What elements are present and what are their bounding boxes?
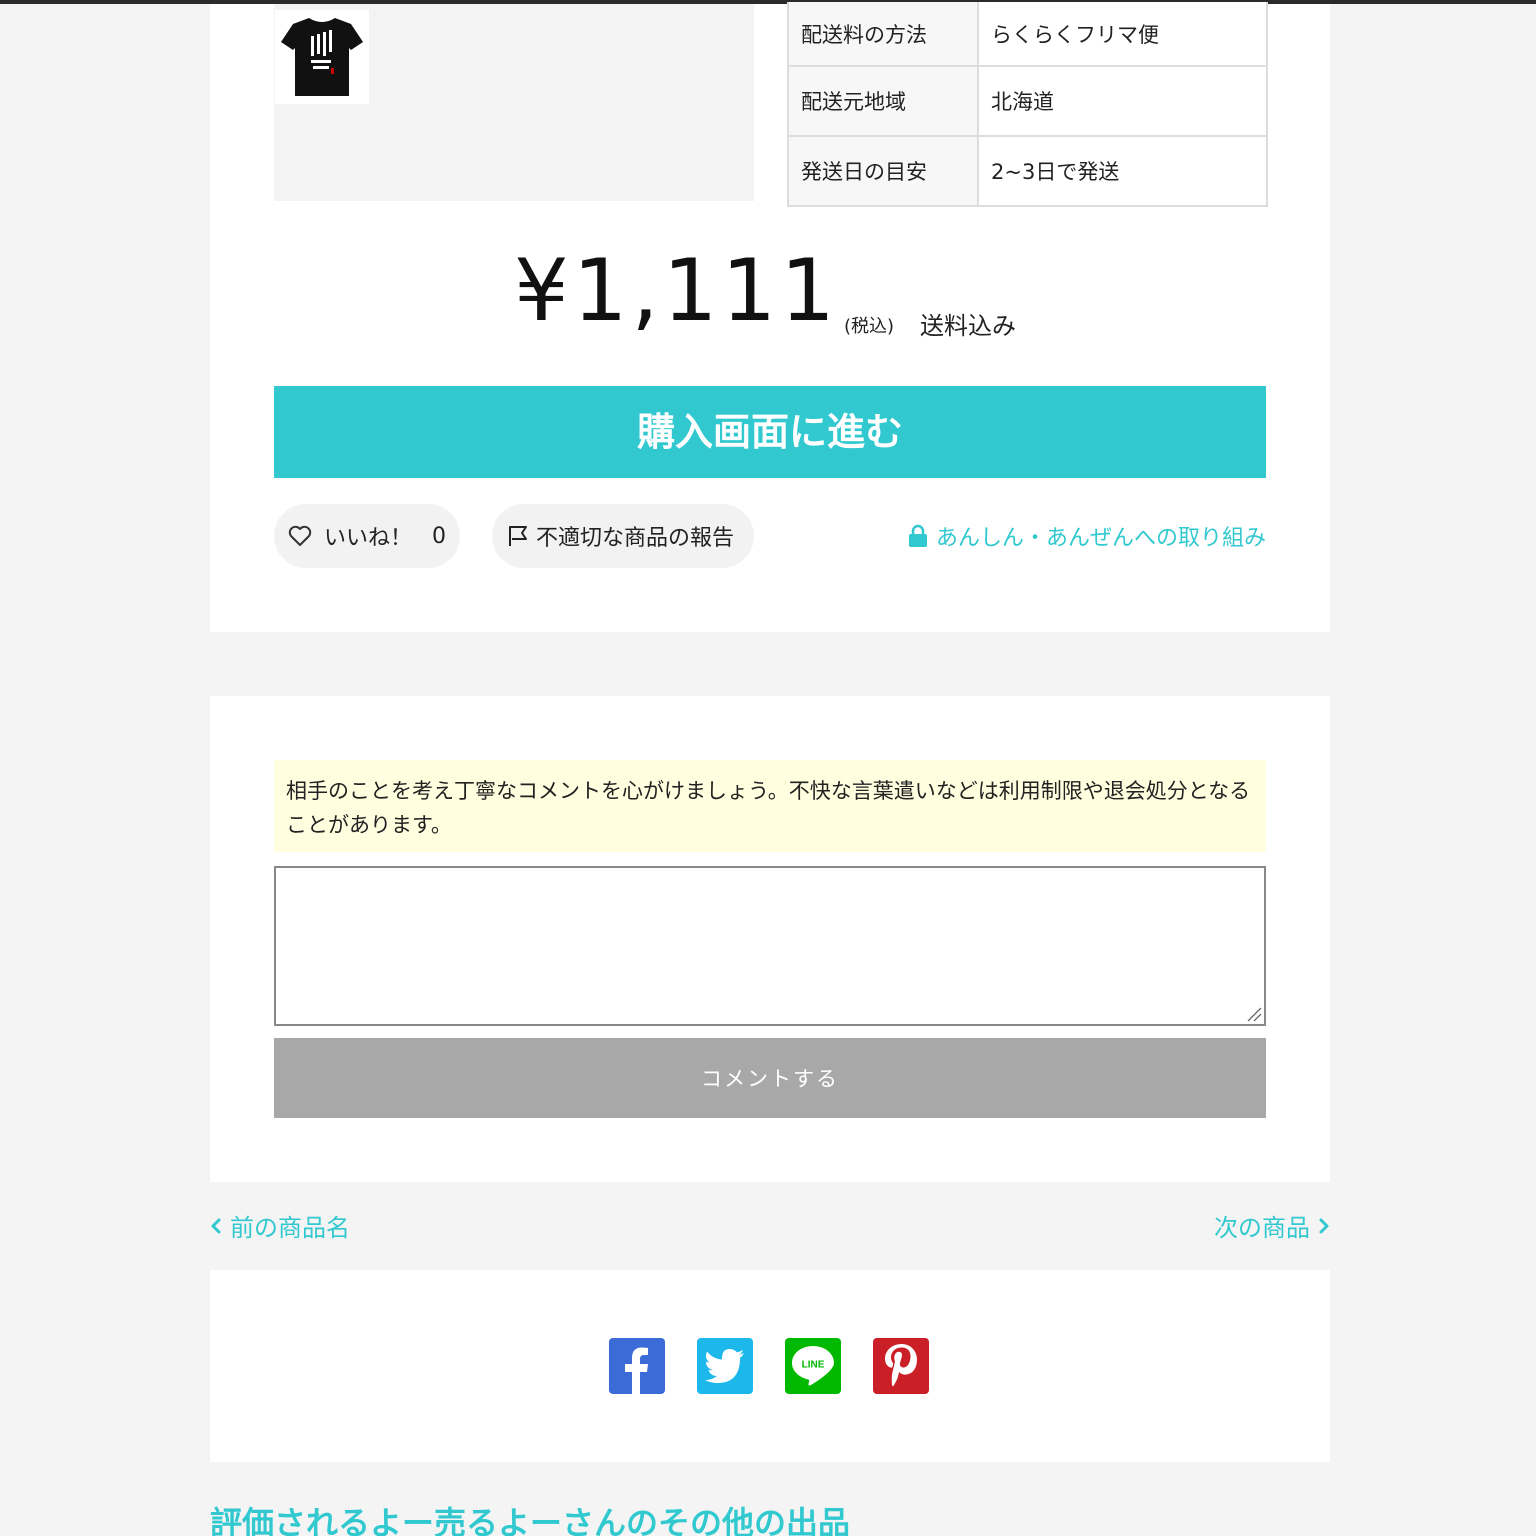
ship-days-value: 2~3日で発送 [977,135,1268,207]
shipping-info-table: 配送料の方法 らくらくフリマ便 配送元地域 北海道 発送日の目安 2~3日で発送 [787,2,1268,207]
previous-item-link[interactable]: 前の商品名 [210,1208,350,1243]
shipping-method-label: 配送料の方法 [787,2,979,67]
price-amount: ¥1,111 [514,241,839,341]
flag-icon [509,526,527,546]
heart-icon [288,525,312,546]
shipping-included-note: 送料込み [920,312,1016,340]
product-thumbnail[interactable] [275,10,369,104]
previous-item-label: 前の商品名 [230,1214,350,1242]
line-icon: LINE [792,1346,834,1386]
table-row: 発送日の目安 2~3日で発送 [787,135,1268,207]
submit-comment-button[interactable]: コメントする [274,1038,1266,1118]
next-item-link[interactable]: 次の商品 [1214,1208,1330,1243]
pinterest-share-button[interactable] [873,1338,929,1394]
twitter-icon [705,1349,744,1383]
safety-link-label: あんしん・あんぜんへの取り組み [935,526,1266,551]
like-count: 0 [432,523,447,549]
line-share-button[interactable]: LINE [785,1338,841,1394]
report-label: 不適切な商品の報告 [536,526,735,551]
table-row: 配送料の方法 らくらくフリマ便 [787,2,1268,67]
ship-from-value: 北海道 [977,65,1268,137]
pinterest-icon [885,1344,917,1387]
lock-icon [908,524,927,547]
facebook-icon [625,1347,648,1394]
twitter-share-button[interactable] [697,1338,753,1394]
like-label: いいね！ [324,526,413,551]
facebook-share-button[interactable] [609,1338,665,1394]
table-row: 配送元地域 北海道 [787,65,1268,137]
shipping-method-value: らくらくフリマ便 [977,2,1268,67]
line-logo-text: LINE [802,1360,825,1371]
product-photo-area [274,4,754,201]
ship-days-label: 発送日の目安 [787,135,979,207]
report-item-button[interactable]: 不適切な商品の報告 [492,504,754,568]
share-panel: LINE [210,1270,1330,1462]
tax-note: (税込) [844,316,895,337]
safety-initiatives-link[interactable]: あんしん・あんぜんへの取り組み [908,520,1266,552]
product-panel: 配送料の方法 らくらくフリマ便 配送元地域 北海道 発送日の目安 2~3日で発送… [210,2,1330,632]
other-listings-heading: 評価されるよー売るよーさんのその他の出品 [210,1504,851,1536]
share-buttons: LINE [609,1338,929,1394]
purchase-button[interactable]: 購入画面に進む [274,386,1266,478]
comment-guideline-notice: 相手のことを考え丁寧なコメントを心がけましょう。不快な言葉遣いなどは利用制限や退… [274,760,1266,852]
ship-from-label: 配送元地域 [787,65,979,137]
next-item-label: 次の商品 [1214,1214,1310,1242]
comment-input[interactable] [274,866,1266,1026]
like-button[interactable]: いいね！ 0 [274,504,460,568]
chevron-left-icon [211,1218,221,1233]
resize-grip-icon[interactable] [1246,1006,1262,1022]
chevron-right-icon [1319,1218,1329,1233]
tshirt-image [275,10,369,104]
comments-panel: 相手のことを考え丁寧なコメントを心がけましょう。不快な言葉遣いなどは利用制限や退… [210,696,1330,1182]
